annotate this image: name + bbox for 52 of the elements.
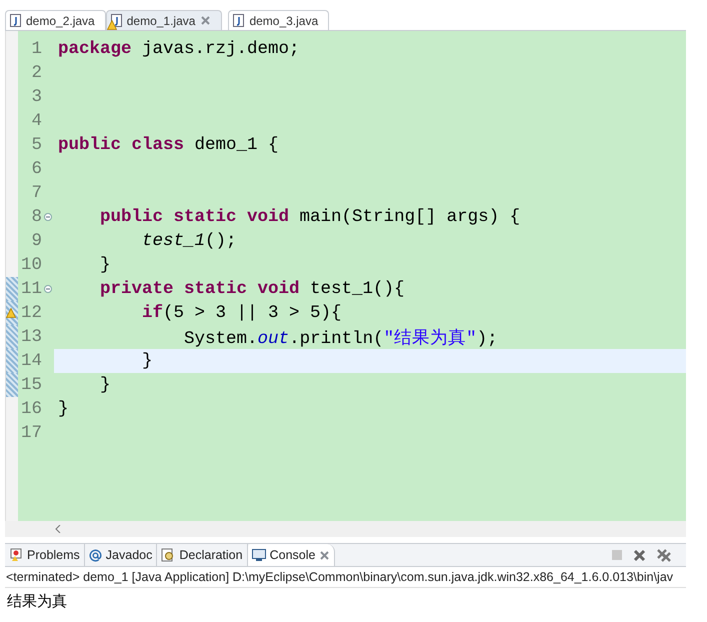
fold-icon[interactable] — [44, 213, 52, 221]
line-number: 2 — [30, 63, 42, 83]
view-tab[interactable]: Javadoc — [84, 544, 158, 566]
console-output: 结果为真 — [6, 592, 68, 612]
line-number: 11 — [20, 279, 42, 299]
code-line: test_1(); — [141, 231, 237, 251]
line-number: 1 — [30, 39, 42, 59]
at-sign-icon — [88, 548, 102, 562]
horizontal-scrollbar[interactable] — [5, 521, 686, 537]
code-line: } — [99, 255, 111, 275]
console-header: <terminated> demo_1 [Java Application] D:\myEclipse\Common\binary\com.sun.java.jdk.win32.x86_64_1.6.0.013\bin\jav — [5, 567, 686, 588]
code-line: } — [58, 399, 69, 419]
editor-tab[interactable]: demo_3.java — [228, 10, 330, 30]
line-number: 12 — [20, 303, 42, 323]
problems-icon — [9, 548, 23, 562]
console-icon — [252, 548, 266, 562]
view-tab[interactable]: Problems — [5, 544, 85, 566]
code-line: if(5 > 3 || 3 > 5){ — [141, 303, 342, 323]
editor-tab[interactable]: demo_1.java — [106, 10, 222, 30]
line-number: 3 — [30, 87, 42, 107]
line-number: 9 — [30, 231, 42, 251]
editor-tab[interactable]: demo_2.java — [5, 10, 106, 30]
scroll-left-icon[interactable] — [55, 525, 61, 533]
code-line: } — [141, 351, 153, 371]
declaration-icon — [161, 548, 176, 562]
line-number: 13 — [20, 327, 42, 347]
close-icon[interactable] — [319, 550, 330, 560]
java-file-icon — [233, 14, 244, 27]
code-line: public static void main(String[] args) { — [99, 207, 520, 227]
line-number: 17 — [20, 423, 42, 443]
code-line: } — [99, 375, 111, 395]
code-line: public class demo_1 { — [58, 135, 279, 155]
code-line: System.out.println("结果为真"); — [183, 328, 498, 349]
line-number: 14 — [20, 351, 42, 371]
view-tab[interactable]: Declaration — [157, 544, 248, 566]
view-tab[interactable]: Console — [248, 544, 336, 566]
line-number: 8 — [30, 207, 42, 227]
close-icon[interactable] — [200, 15, 212, 26]
java-file-icon — [10, 14, 21, 27]
line-number: 16 — [20, 399, 42, 419]
line-number: 7 — [30, 183, 42, 203]
code-line: private static void test_1(){ — [99, 279, 405, 299]
line-number: 10 — [20, 255, 42, 275]
line-number: 4 — [30, 111, 42, 131]
code-line: package javas.rzj.demo; — [58, 39, 300, 59]
line-number: 15 — [20, 375, 42, 395]
line-number: 5 — [30, 135, 42, 155]
remove-icon[interactable] — [633, 548, 646, 562]
fold-icon[interactable] — [44, 285, 52, 293]
code-editor[interactable] — [5, 31, 686, 521]
remove-all-icon[interactable] — [656, 548, 672, 562]
line-number: 6 — [30, 159, 42, 179]
